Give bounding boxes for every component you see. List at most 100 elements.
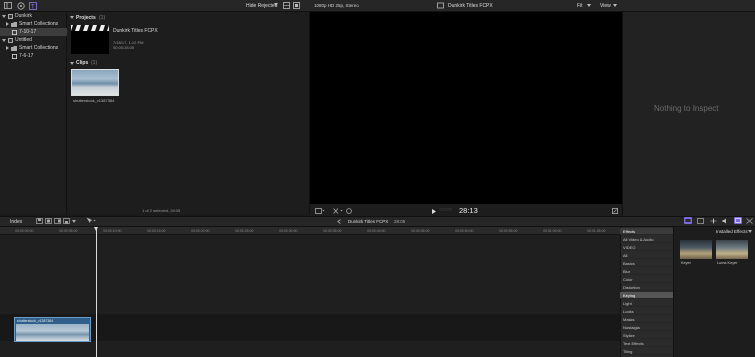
transform-tool-icon[interactable] [333,208,343,214]
transitions-browser-icon[interactable] [746,218,753,224]
video-format-label[interactable]: 1080p HD 25p, Stereo [314,3,359,8]
ruler-tick-label: 00:00:10:00 [103,229,122,233]
sidebar-item-smart-collections[interactable]: Smart Collections [0,20,67,28]
disclosure-triangle-icon[interactable] [2,38,6,42]
overwrite-clip-icon[interactable] [63,218,70,224]
index-button[interactable]: Index [10,219,22,225]
chevron-down-icon[interactable] [72,220,76,223]
effects-category-item[interactable]: Color [620,276,673,283]
disclosure-triangle-icon[interactable] [6,46,9,50]
view-menu[interactable]: View [600,3,611,9]
sidebar-item-event-7-6-17[interactable]: 7-6-17 [0,52,67,60]
video-canvas[interactable] [310,12,622,204]
sidebar-item-untitled[interactable]: Untitled [0,36,67,44]
audio-skimming-icon[interactable] [722,218,729,224]
ruler-tick-label: 00:00:00:00 [15,229,34,233]
ruler-tick-label: 00:00:50:00 [455,229,474,233]
disclosure-triangle-icon[interactable] [6,22,9,26]
clip-appearance-icon[interactable] [697,218,704,224]
sidebar-item-label: Untitled [15,37,32,43]
video-animation-icon[interactable] [684,217,692,224]
fullscreen-icon[interactable] [612,208,618,214]
folder-icon [11,45,17,51]
clip-thumbnail[interactable] [71,69,119,96]
effects-category-item[interactable]: Tiling [620,348,673,355]
view-options-icon[interactable] [315,208,325,214]
effects-category-item[interactable]: Basics [620,260,673,267]
chevron-down-icon[interactable] [587,4,591,7]
effects-category-item[interactable]: Light [620,300,673,307]
hide-rejected-menu[interactable]: Hide Rejected [246,3,277,9]
effects-category-item[interactable]: All Video & Audio [620,236,673,243]
effects-category-item[interactable]: Effects [620,228,673,235]
sidebar-item-label: Smart Collections [19,21,59,27]
effect-thumbnail-keyer[interactable] [680,240,712,259]
inspector-pane [622,12,755,216]
effects-category-item[interactable]: Nostalgia [620,324,673,331]
disclosure-triangle-icon[interactable] [70,62,74,65]
clip-name: shutterstock_v1387384 [73,98,115,103]
chevron-down-icon[interactable] [613,4,617,7]
effects-category-item[interactable]: Blur [620,268,673,275]
clips-header: Clips [76,60,89,66]
sidebar-item-dunkirk[interactable]: Dunkirk [0,12,67,20]
effect-name: Luma Keyer [717,261,738,265]
timeline-history-back-icon[interactable] [337,219,341,224]
disclosure-triangle-icon[interactable] [70,16,74,19]
effects-category-item[interactable]: Looks [620,308,673,315]
disclosure-triangle-icon[interactable] [2,14,6,18]
filmstrip-view-icon[interactable] [283,2,290,9]
titles-generators-icon[interactable]: T [29,2,37,10]
timeline-ruler[interactable] [0,227,620,235]
effect-name: Keyer [681,261,691,265]
inspector-empty-text: Nothing to Inspect [654,104,719,113]
ruler-tick-label: 00:01:00:00 [543,229,562,233]
clip-appearance-icon[interactable] [293,2,300,9]
effects-category-item[interactable]: Stylize [620,332,673,339]
play-icon[interactable] [432,209,436,214]
ruler-tick-label: 00:00:30:00 [279,229,298,233]
installed-effects-label[interactable]: Installed Effects [716,229,748,234]
chevron-down-icon[interactable] [748,230,752,233]
ruler-tick-label: 00:00:45:00 [411,229,430,233]
ruler-tick-label: 00:01:05:00 [587,229,606,233]
sidebar-item-label: 7-10-17 [19,29,37,35]
timeline-clip-label: shutterstock_v1387384 [17,319,54,323]
top-toolbar: T Hide Rejected 1080p HD 25p, Stereo Dun… [0,0,755,12]
playhead-handle-icon[interactable] [94,227,98,231]
connect-clip-icon[interactable] [36,218,43,224]
timeline-duration: 28:05 [394,219,406,224]
folder-icon [11,21,17,27]
ruler-tick-label: 00:00:55:00 [499,229,518,233]
timeline-clip[interactable]: shutterstock_v1387384 [14,317,91,342]
sidebar-item-label: Dunkirk [15,13,32,19]
effects-category-item[interactable]: VIDEO [620,244,673,251]
skimming-icon[interactable] [710,218,717,224]
effects-browser-icon[interactable] [734,217,742,224]
chevron-down-icon[interactable] [274,3,278,6]
ruler-tick-label: 00:00:15:00 [147,229,166,233]
effect-thumbnail-luma-keyer[interactable] [716,240,748,259]
zoom-menu[interactable]: Fit [577,3,583,9]
project-icon [437,2,444,9]
enhancements-icon[interactable] [346,208,352,214]
sidebar-item-event-7-10-17[interactable]: 7-10-17 [0,28,67,36]
insert-clip-icon[interactable] [45,218,52,224]
sidebar-item-label: 7-6-17 [19,53,34,59]
effects-category-item[interactable]: Text Effects [620,340,673,347]
library-icon[interactable] [4,2,12,9]
effects-category-item[interactable]: All [620,252,673,259]
ruler-tick-label: 00:00:40:00 [367,229,386,233]
playhead[interactable] [96,228,97,357]
append-clip-icon[interactable] [54,218,61,224]
effects-category-item[interactable]: Distortion [620,284,673,291]
select-tool-icon[interactable] [86,217,96,224]
project-thumbnail[interactable] [71,25,109,54]
browser-status: 1 of 2 selected, 28:05 [142,208,181,213]
photos-music-icon[interactable] [17,2,25,10]
sidebar-item-smart-collections[interactable]: Smart Collections [0,44,67,52]
primary-storyline [0,314,620,341]
effects-category-item[interactable]: Keying [620,292,673,299]
project-name: Dunkirk Titles FCPX [113,28,158,34]
effects-category-item[interactable]: Masks [620,316,673,323]
